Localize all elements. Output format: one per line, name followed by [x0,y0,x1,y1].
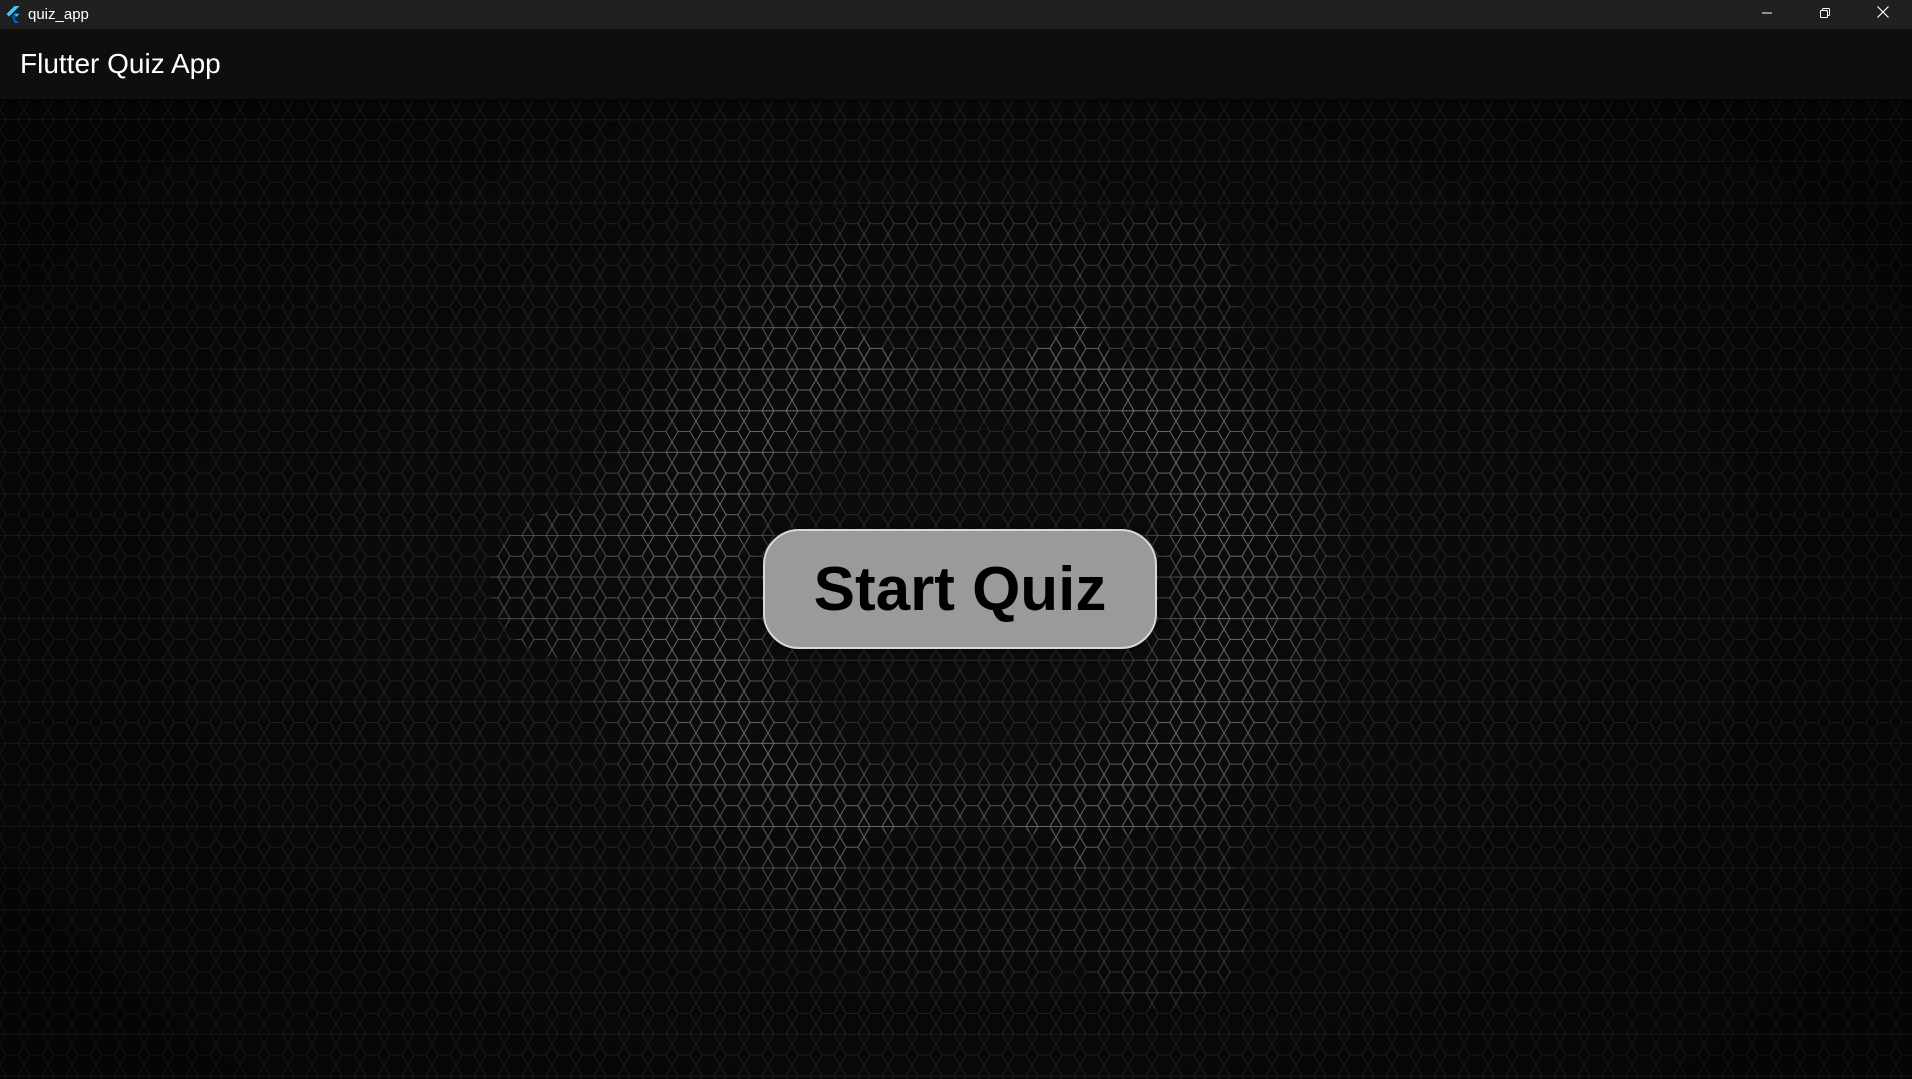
restore-icon [1819,6,1831,24]
flutter-logo-icon [4,6,22,24]
app-bar: Flutter Quiz App [0,29,1912,99]
window-title: quiz_app [28,6,89,23]
window-controls [1738,0,1912,29]
minimize-icon [1761,6,1773,24]
app-bar-title: Flutter Quiz App [20,48,221,79]
quiz-start-screen: Start Quiz [0,99,1912,1079]
window-titlebar[interactable]: quiz_app [0,0,1912,29]
start-quiz-button[interactable]: Start Quiz [763,529,1157,649]
app-window: quiz_app Flutter Quiz App Start Quiz [0,0,1912,1079]
close-button[interactable] [1854,0,1912,29]
close-icon [1876,5,1890,24]
minimize-button[interactable] [1738,0,1796,29]
restore-button[interactable] [1796,0,1854,29]
